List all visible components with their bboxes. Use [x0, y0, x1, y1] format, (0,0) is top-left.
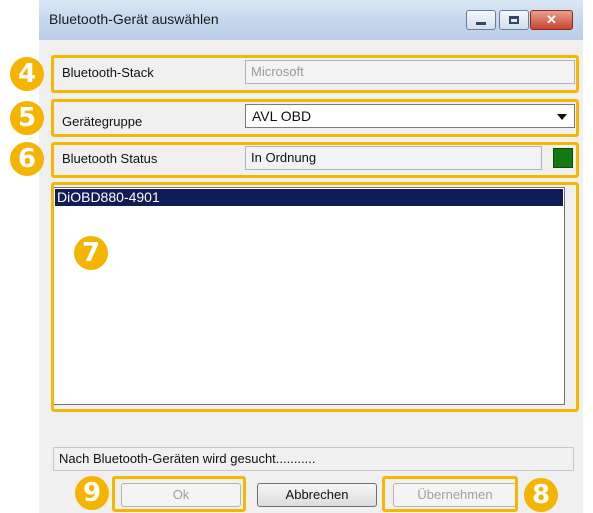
- bluetooth-status-label: Bluetooth Status: [62, 151, 158, 166]
- search-status-text: Nach Bluetooth-Geräten wird gesucht.....…: [53, 447, 574, 471]
- close-icon: ✕: [546, 12, 557, 27]
- annotation-marker-4: 4: [10, 57, 44, 91]
- chevron-down-icon: [557, 114, 567, 120]
- title-bar[interactable]: Bluetooth-Gerät auswählen ✕: [39, 0, 583, 40]
- device-group-value: AVL OBD: [252, 108, 312, 124]
- window-title: Bluetooth-Gerät auswählen: [49, 11, 219, 27]
- device-group-select[interactable]: AVL OBD: [245, 104, 575, 128]
- bluetooth-status-field: In Ordnung: [245, 146, 542, 170]
- annotation-marker-7: 7: [74, 236, 108, 270]
- minimize-icon: [476, 21, 486, 25]
- ok-button[interactable]: Ok: [121, 483, 241, 507]
- bluetooth-stack-field: Microsoft: [245, 60, 575, 84]
- minimize-button[interactable]: [466, 10, 496, 30]
- annotation-marker-9: 9: [75, 476, 109, 510]
- dialog-client-area: Bluetooth-Stack Microsoft Gerätegruppe A…: [45, 40, 577, 513]
- close-button[interactable]: ✕: [530, 10, 573, 30]
- dialog-window: Bluetooth-Gerät auswählen ✕ Bluetooth-St…: [39, 0, 583, 513]
- cancel-button[interactable]: Abbrechen: [257, 483, 377, 507]
- annotation-marker-6: 6: [10, 142, 44, 176]
- apply-button[interactable]: Übernehmen: [393, 483, 517, 507]
- bluetooth-stack-label: Bluetooth-Stack: [62, 65, 154, 80]
- maximize-icon: [509, 16, 519, 24]
- maximize-button[interactable]: [499, 10, 529, 30]
- device-list[interactable]: DiOBD880-4901: [53, 187, 565, 405]
- device-group-label: Gerätegruppe: [62, 114, 143, 129]
- status-indicator-icon: [553, 148, 573, 168]
- screenshot-root: Bluetooth-Gerät auswählen ✕ Bluetooth-St…: [0, 0, 593, 513]
- device-list-item-selected[interactable]: DiOBD880-4901: [55, 189, 563, 206]
- annotation-marker-5: 5: [10, 101, 44, 135]
- annotation-marker-8: 8: [524, 478, 558, 512]
